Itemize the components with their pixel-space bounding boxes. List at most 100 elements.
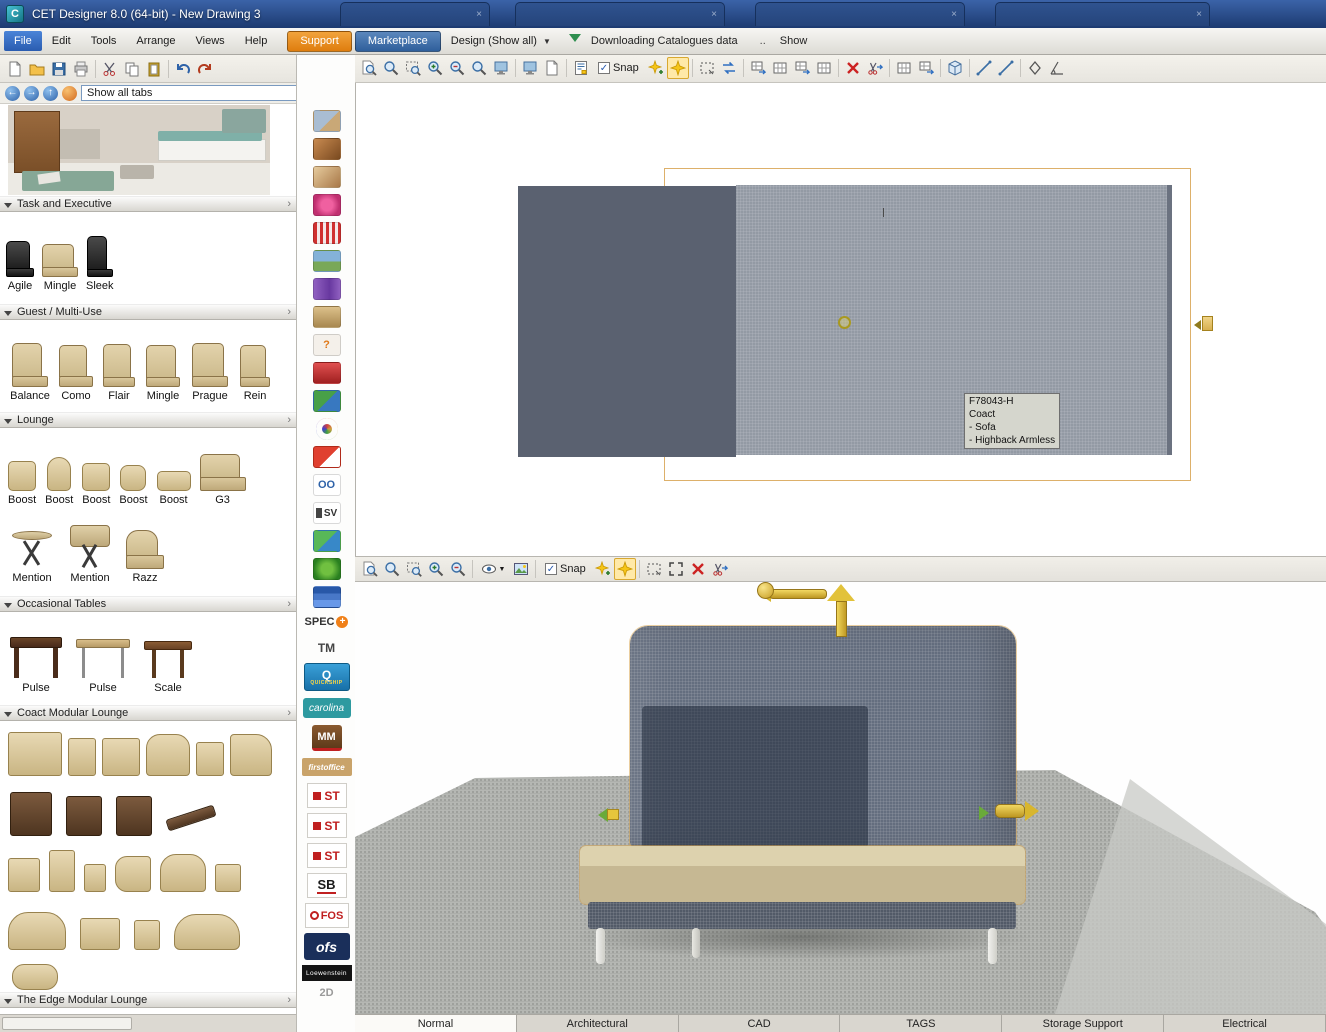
section-header-guest-multi-use[interactable]: Guest / Multi-Use › [0,304,296,320]
tab-storage-support[interactable]: Storage Support [1002,1015,1165,1032]
sketchup-icon[interactable] [297,446,356,468]
zoom-previous-icon[interactable] [468,57,490,79]
st-badge-3[interactable]: ST [297,843,356,868]
plan-sofa-footprint[interactable] [736,185,1172,455]
paste-button[interactable] [143,58,165,80]
zoom-extents-icon[interactable] [380,57,402,79]
handle-left-arrow-icon[interactable] [591,808,608,822]
align-grid-icon[interactable] [769,57,791,79]
product-balance[interactable]: Balance [8,343,52,402]
product-mingle[interactable]: Mingle [42,244,78,292]
product-mention-1[interactable]: Mention [10,529,54,584]
redo-button[interactable] [194,58,216,80]
module-thumbnail[interactable] [49,850,75,892]
st-badge-2[interactable]: ST [297,813,356,838]
select-region-icon[interactable] [696,57,718,79]
module-thumbnail[interactable] [84,864,106,892]
ring-icon[interactable] [297,418,356,440]
section-chevron-icon[interactable]: › [287,414,291,426]
product-boost-1[interactable]: Boost [8,461,36,506]
menu-file[interactable]: File [4,31,42,51]
copy-button[interactable] [121,58,143,80]
undo-button[interactable] [172,58,194,80]
box-3d-icon[interactable] [944,57,966,79]
module-thumbnail[interactable] [66,796,102,836]
mm-badge[interactable]: MM [297,725,356,751]
module-thumbnail[interactable] [174,914,240,950]
spec-badge[interactable]: SPEC + [297,616,356,628]
background-browser-tab[interactable]: × [755,2,965,26]
drafting-tools-icon[interactable] [297,166,356,188]
zoom-extents-icon[interactable] [381,558,403,580]
delete-icon[interactable] [842,57,864,79]
render-viewport-3d[interactable] [355,582,1326,1014]
product-scale[interactable]: Scale [144,637,192,694]
view-mode-dropdown[interactable]: ▼ [476,558,510,580]
plan-dark-block[interactable] [518,186,736,457]
open-button[interactable] [26,58,48,80]
zoom-in-icon[interactable] [424,57,446,79]
product-agile[interactable]: Agile [6,241,34,292]
section-chevron-icon[interactable]: › [287,994,291,1006]
move-object-icon[interactable] [747,57,769,79]
swap-direction-icon[interactable] [718,57,740,79]
stretch-handle-arrow-icon[interactable] [1189,320,1201,330]
snap-toggle-3d[interactable]: ✓ Snap [545,563,586,575]
worksheet-icon[interactable] [570,57,592,79]
titlebar[interactable]: × × × × C CET Designer 8.0 (64-bit) - Ne… [0,0,1326,28]
zoom-out-icon[interactable] [447,558,469,580]
product-g3[interactable]: G3 [199,454,246,506]
measure-diamond-icon[interactable] [1024,57,1046,79]
st-badge-1[interactable]: ST [297,783,356,808]
zoom-in-icon[interactable] [425,558,447,580]
sv-logo-icon[interactable]: SV [297,502,356,524]
split-stretch-icon[interactable] [864,57,886,79]
handle-up-arrow-head-icon[interactable] [827,584,855,601]
section-header-edge-modular[interactable]: The Edge Modular Lounge › [0,992,296,1008]
handle-up-arrow-shaft[interactable] [836,601,847,637]
module-thumbnail[interactable] [68,738,96,776]
stretch-handle-box[interactable] [1202,316,1213,331]
plan-viewport-2d[interactable]: F78043-H Coact - Sofa - Highback Armless [355,83,1326,556]
partial-2d-badge[interactable]: 2D [297,987,356,999]
mini-window-icon[interactable] [541,57,563,79]
module-thumbnail[interactable] [165,804,217,832]
tab-normal[interactable]: Normal [355,1015,517,1032]
product-rein[interactable]: Rein [236,345,274,402]
design-dropdown[interactable]: Design (Show all) ▼ [451,35,551,47]
module-thumbnail[interactable] [116,796,152,836]
catalogue-room-image[interactable] [8,105,270,195]
product-razz[interactable]: Razz [126,530,164,584]
clip-view-icon[interactable] [490,57,512,79]
tab-cad[interactable]: CAD [679,1015,841,1032]
save-button[interactable] [48,58,70,80]
handle-left-box[interactable] [607,809,619,820]
module-thumbnail[interactable] [215,864,241,892]
distribute-h-icon[interactable] [791,57,813,79]
table-layout-icon[interactable] [915,57,937,79]
product-flair[interactable]: Flair [100,344,138,402]
background-browser-tab[interactable]: × [340,2,490,26]
module-thumbnail[interactable] [230,734,272,776]
section-chevron-icon[interactable]: › [287,598,291,610]
handle-right-arrow-icon[interactable] [979,806,996,820]
plant-icon[interactable] [297,558,356,580]
desk-icon[interactable] [297,306,356,328]
handle-sphere[interactable] [757,582,774,599]
zoom-drawing-icon[interactable] [359,558,381,580]
loewenstein-badge[interactable]: Loewenstein [297,965,356,981]
paint-materials-icon[interactable] [297,138,356,160]
print-button[interactable] [70,58,92,80]
module-thumbnail[interactable] [102,738,140,776]
product-boost-2[interactable]: Boost [45,457,73,506]
oo-logo-icon[interactable]: OO [297,474,356,496]
product-prague[interactable]: Prague [188,343,232,402]
favorite-add-icon[interactable] [645,57,667,79]
flower-icon[interactable] [297,194,356,216]
expand-view-icon[interactable] [665,558,687,580]
snap-toggle-2d[interactable]: ✓ Snap [598,62,639,74]
product-mention-2[interactable]: Mention [68,525,112,584]
tab-architectural[interactable]: Architectural [517,1015,679,1032]
product-boost-5[interactable]: Boost [156,471,191,506]
module-thumbnail[interactable] [10,792,52,836]
